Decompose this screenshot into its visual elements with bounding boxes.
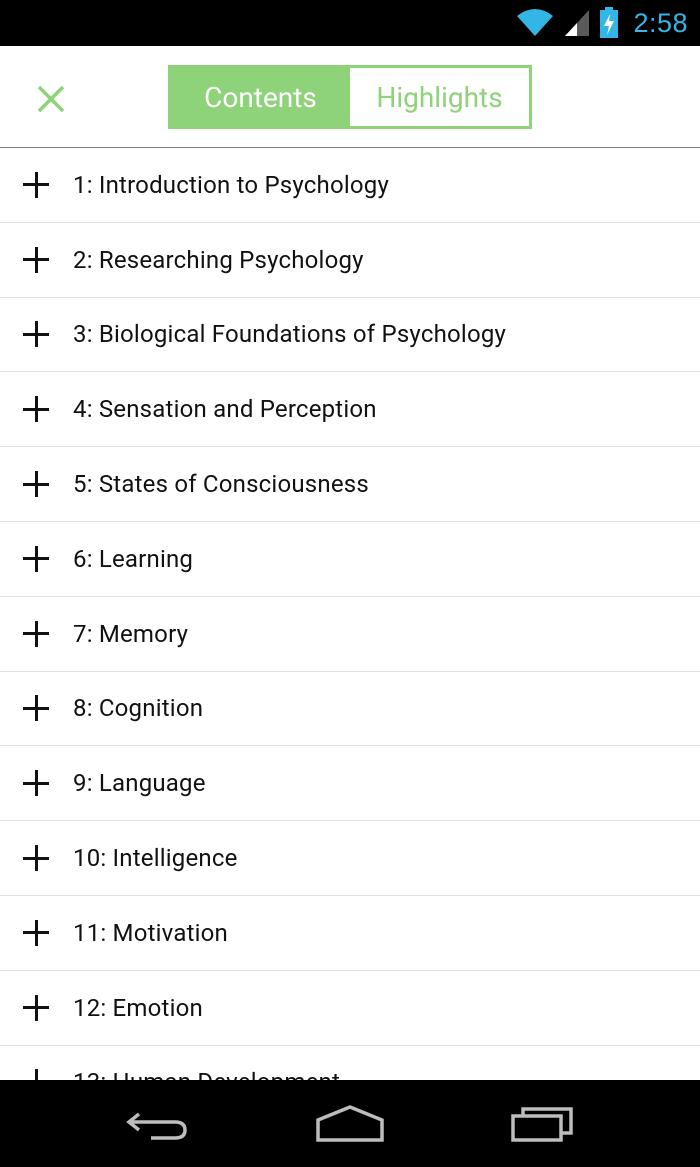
- toc-item-label: 6: Learning: [73, 544, 194, 573]
- toc-item-label: 10: Intelligence: [73, 844, 238, 873]
- toc-item-label: 5: States of Consciousness: [73, 470, 369, 499]
- expand-plus-icon[interactable]: [23, 695, 49, 722]
- expand-plus-icon[interactable]: [23, 770, 49, 797]
- toc-item[interactable]: 2: Researching Psychology: [0, 223, 700, 298]
- toc-item[interactable]: 4: Sensation and Perception: [0, 372, 700, 448]
- toc-item[interactable]: 8: Cognition: [0, 672, 700, 747]
- back-icon: [125, 1112, 187, 1140]
- toc-item[interactable]: 6: Learning: [0, 522, 700, 597]
- toc-item-label: 4: Sensation and Perception: [73, 395, 377, 424]
- battery-charging-icon: [599, 7, 619, 39]
- toc-item-label: 1: Introduction to Psychology: [73, 170, 389, 199]
- expand-plus-icon[interactable]: [23, 321, 49, 348]
- close-button[interactable]: [28, 76, 74, 122]
- toc-item[interactable]: 3: Biological Foundations of Psychology: [0, 298, 700, 373]
- expand-plus-icon[interactable]: [23, 396, 49, 423]
- home-icon: [316, 1104, 384, 1142]
- status-time: 2:58: [633, 7, 688, 38]
- toc-item[interactable]: 7: Memory: [0, 597, 700, 672]
- toc-item[interactable]: 11: Motivation: [0, 896, 700, 971]
- expand-plus-icon[interactable]: [23, 620, 49, 647]
- toc-item[interactable]: 10: Intelligence: [0, 821, 700, 896]
- toc-item[interactable]: 5: States of Consciousness: [0, 447, 700, 522]
- expand-plus-icon[interactable]: [23, 994, 49, 1021]
- expand-plus-icon[interactable]: [23, 845, 49, 872]
- back-button[interactable]: [107, 1094, 207, 1154]
- recent-apps-icon: [511, 1106, 574, 1142]
- toc-item-label: 8: Cognition: [73, 694, 204, 723]
- expand-plus-icon[interactable]: [23, 171, 49, 198]
- status-bar: 2:58: [0, 0, 700, 46]
- toc-item[interactable]: 9: Language: [0, 746, 700, 822]
- toc-item[interactable]: 12: Emotion: [0, 971, 700, 1046]
- expand-plus-icon[interactable]: [23, 246, 49, 273]
- toc-item-label: 2: Researching Psychology: [73, 245, 364, 274]
- cell-signal-icon: [563, 8, 591, 38]
- tab-switcher: Contents Highlights: [168, 65, 532, 129]
- toc-item[interactable]: 1: Introduction to Psychology: [0, 148, 700, 223]
- toc-item-label: 7: Memory: [73, 619, 189, 648]
- toc-item-label: 13: Human Development: [73, 1068, 340, 1080]
- expand-plus-icon[interactable]: [23, 1069, 49, 1080]
- toc-item-label: 9: Language: [73, 769, 206, 798]
- expand-plus-icon[interactable]: [23, 545, 49, 572]
- toc-item-label: 11: Motivation: [73, 918, 229, 947]
- close-icon: [37, 85, 65, 113]
- toc-item-label: 3: Biological Foundations of Psychology: [73, 320, 507, 349]
- wifi-icon: [515, 8, 555, 38]
- toc-list: 1: Introduction to Psychology 2: Researc…: [0, 148, 700, 1080]
- expand-plus-icon[interactable]: [23, 919, 49, 946]
- tab-highlights[interactable]: Highlights: [350, 68, 529, 126]
- recent-apps-button[interactable]: [493, 1094, 593, 1154]
- toolbar: Contents Highlights: [0, 46, 700, 148]
- expand-plus-icon[interactable]: [23, 471, 49, 498]
- tab-contents[interactable]: Contents: [171, 68, 350, 126]
- home-button[interactable]: [300, 1094, 400, 1154]
- toc-item-label: 12: Emotion: [73, 993, 203, 1022]
- navigation-bar: [0, 1080, 700, 1167]
- toc-item[interactable]: 13: Human Development: [0, 1046, 700, 1080]
